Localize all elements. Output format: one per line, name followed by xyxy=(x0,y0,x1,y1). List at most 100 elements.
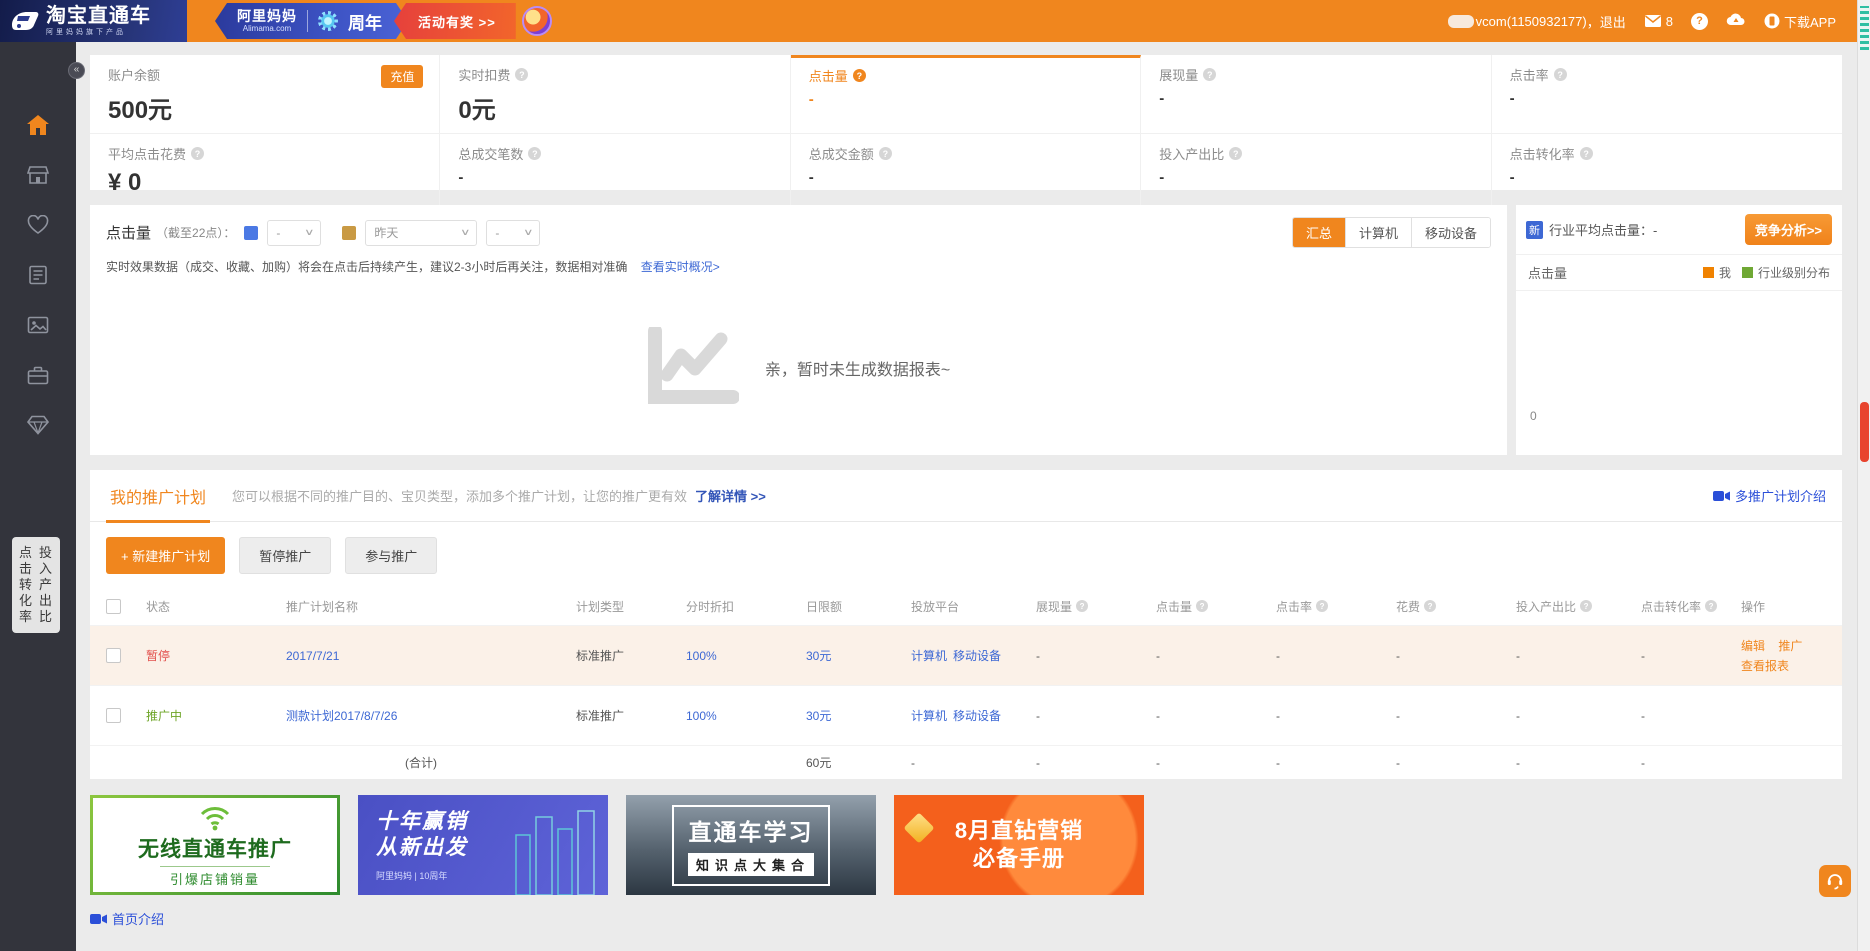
help-icon[interactable]: ? xyxy=(1424,600,1436,612)
learn-more-link[interactable]: 了解详情 >> xyxy=(695,486,766,505)
sidebar-item-shop[interactable] xyxy=(0,150,76,200)
help-icon[interactable]: ? xyxy=(1705,600,1717,612)
help-icon[interactable]: ? xyxy=(191,147,204,160)
scrollbar-thumb[interactable] xyxy=(1860,402,1869,462)
prize-icon[interactable] xyxy=(522,6,552,36)
platform-mobile-link[interactable]: 移动设备 xyxy=(953,707,1001,724)
divider xyxy=(307,10,308,32)
metric-shortcut-widget[interactable]: 点击转化率 投入产出比 xyxy=(12,537,60,633)
stat-value: 500元 xyxy=(108,90,421,125)
cloud-button[interactable] xyxy=(1726,12,1746,30)
table-row: 暂停 2017/7/21 标准推广 100% 30元 计算机 移动设备 - - … xyxy=(90,625,1842,685)
stat-total-orders[interactable]: 总成交笔数? - xyxy=(440,134,790,205)
help-icon[interactable]: ? xyxy=(879,147,892,160)
help-icon[interactable]: ? xyxy=(515,68,528,81)
customer-service-button[interactable] xyxy=(1819,865,1851,897)
view-report-link[interactable]: 查看报表 xyxy=(1741,659,1789,673)
recharge-button[interactable]: 充值 xyxy=(381,65,423,88)
vertical-scrollbar[interactable] xyxy=(1857,0,1870,951)
metric-select-1[interactable]: -∨ xyxy=(267,220,321,246)
daily-limit-link[interactable]: 30元 xyxy=(806,709,831,723)
metric-select-2[interactable]: -∨ xyxy=(486,220,540,246)
stat-cvr[interactable]: 点击转化率? - xyxy=(1492,134,1842,205)
stat-clicks[interactable]: 点击量? - xyxy=(791,55,1141,134)
help-icon[interactable]: ? xyxy=(1203,68,1216,81)
homepage-intro-link[interactable]: 首页介绍 xyxy=(90,909,164,928)
sidebar-item-favorites[interactable] xyxy=(0,200,76,250)
help-icon[interactable]: ? xyxy=(1076,600,1088,612)
banner-august-handbook[interactable]: 8月直钻营销 必备手册 xyxy=(894,795,1144,895)
daily-limit-link[interactable]: 30元 xyxy=(806,649,831,663)
col-clicks: 点击量? xyxy=(1146,598,1266,615)
logout-link[interactable]: ，退出 xyxy=(1587,12,1626,31)
stat-impressions[interactable]: 展现量? - xyxy=(1141,55,1491,134)
promote-campaign-link[interactable]: 推广 xyxy=(1778,639,1802,653)
heart-icon xyxy=(27,215,49,235)
page: 淘宝直通车 阿里妈妈旗下产品 阿里妈妈 Alimama.com 周年 活动有奖 … xyxy=(0,0,1870,951)
sidebar-collapse-button[interactable]: « xyxy=(68,62,85,79)
report-icon xyxy=(28,265,48,285)
tab-pc[interactable]: 计算机 xyxy=(1345,218,1411,247)
row-checkbox[interactable] xyxy=(106,708,121,723)
stat-ctr[interactable]: 点击率? - xyxy=(1492,55,1842,134)
select-all-checkbox[interactable] xyxy=(106,599,121,614)
new-campaign-button[interactable]: + 新建推广计划 xyxy=(106,537,225,574)
sidebar-item-reports[interactable] xyxy=(0,250,76,300)
sidebar-item-tools[interactable] xyxy=(0,350,76,400)
promo-banner[interactable]: 活动有奖 >> xyxy=(394,3,516,39)
help-icon[interactable]: ? xyxy=(1196,600,1208,612)
realtime-overview-link[interactable]: 查看实时概况> xyxy=(641,260,720,274)
help-icon[interactable]: ? xyxy=(1229,147,1242,160)
sidebar-item-apps[interactable] xyxy=(0,400,76,450)
new-badge: 新 xyxy=(1526,221,1543,239)
help-icon[interactable]: ? xyxy=(1580,600,1592,612)
platform-pc-link[interactable]: 计算机 xyxy=(911,707,947,724)
app-logo[interactable]: 淘宝直通车 阿里妈妈旗下产品 xyxy=(0,0,187,42)
help-icon[interactable]: ? xyxy=(1316,600,1328,612)
help-icon[interactable]: ? xyxy=(853,69,866,82)
banner-line1: 8月直钻营销 xyxy=(955,817,1083,845)
campaign-name-link[interactable]: 2017/7/21 xyxy=(286,649,339,663)
tab-summary[interactable]: 汇总 xyxy=(1293,218,1345,247)
legend-me-swatch xyxy=(1703,267,1714,278)
download-app-button[interactable]: 下载APP xyxy=(1764,12,1836,31)
campaign-name-link[interactable]: 测款计划2017/8/7/26 xyxy=(286,709,397,723)
discount-link[interactable]: 100% xyxy=(686,709,717,723)
competition-analysis-button[interactable]: 竞争分析>> xyxy=(1745,214,1832,245)
messages-button[interactable]: 8 xyxy=(1644,14,1673,29)
banner-ten-year[interactable]: 十年赢销 从新出发 阿里妈妈 | 10周年 xyxy=(358,795,608,895)
help-icon[interactable]: ? xyxy=(528,147,541,160)
discount-link[interactable]: 100% xyxy=(686,649,717,663)
col-name: 推广计划名称 xyxy=(276,598,566,615)
stat-realtime-cost: 实时扣费? 0元 xyxy=(440,55,790,134)
help-button[interactable]: ? xyxy=(1691,13,1708,30)
col-cvr: 点击转化率? xyxy=(1631,598,1731,615)
date-select[interactable]: 昨天∨ xyxy=(365,220,477,246)
anniversary-banner[interactable]: 阿里妈妈 Alimama.com 周年 xyxy=(215,3,408,39)
col-impressions: 展现量? xyxy=(1026,598,1146,615)
chevron-down-icon: ∨ xyxy=(523,227,534,238)
gem-icon xyxy=(903,812,934,843)
join-campaign-button[interactable]: 参与推广 xyxy=(345,537,437,574)
tab-my-campaigns[interactable]: 我的推广计划 xyxy=(106,470,210,522)
help-icon[interactable]: ? xyxy=(1580,147,1593,160)
multi-campaign-intro-link[interactable]: 多推广计划介绍 xyxy=(1713,486,1826,505)
platform-pc-link[interactable]: 计算机 xyxy=(911,647,947,664)
tab-mobile[interactable]: 移动设备 xyxy=(1411,218,1490,247)
help-icon[interactable]: ? xyxy=(1554,68,1567,81)
pause-campaign-button[interactable]: 暂停推广 xyxy=(239,537,331,574)
sidebar-item-home[interactable] xyxy=(0,100,76,150)
table-row: 推广中 测款计划2017/8/7/26 标准推广 100% 30元 计算机 移动… xyxy=(90,685,1842,745)
edit-campaign-link[interactable]: 编辑 xyxy=(1741,639,1765,653)
video-camera-icon xyxy=(90,913,107,925)
stat-roi[interactable]: 投入产出比? - xyxy=(1141,134,1491,205)
banner-learning[interactable]: 直通车学习 知识点大集合 xyxy=(626,795,876,895)
sidebar-item-gallery[interactable] xyxy=(0,300,76,350)
banner-wireless-promo[interactable]: 无线直通车推广 引爆店铺销量 xyxy=(90,795,340,895)
row-checkbox[interactable] xyxy=(106,648,121,663)
platform-mobile-link[interactable]: 移动设备 xyxy=(953,647,1001,664)
user-account[interactable]: vcom(1150932177) ，退出 xyxy=(1448,12,1626,31)
wifi-icon xyxy=(198,803,232,831)
scrollbar-marker xyxy=(1860,6,1869,50)
stat-total-amount[interactable]: 总成交金额? - xyxy=(791,134,1141,205)
